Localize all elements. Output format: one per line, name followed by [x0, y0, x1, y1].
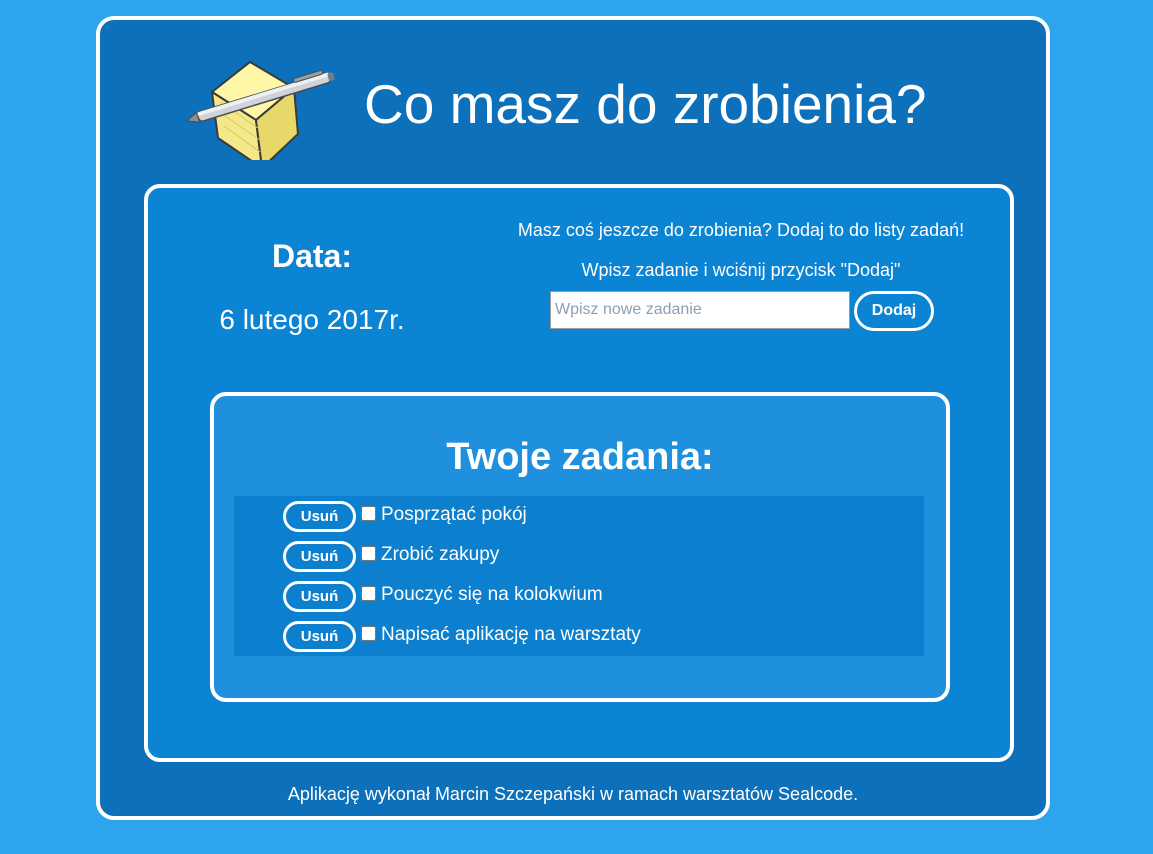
task-row: Usuń Napisać aplikację na warsztaty — [234, 616, 924, 656]
page-title: Co masz do zrobienia? — [364, 73, 927, 135]
task-row: Usuń Pouczyć się na kolokwium — [234, 576, 924, 616]
date-label: Data: — [271, 238, 352, 274]
app-container: Co masz do zrobienia? Data: 6 lutego 201… — [96, 16, 1050, 820]
remove-task-button[interactable]: Usuń — [283, 621, 356, 652]
task-text: Pouczyć się na kolokwium — [381, 584, 603, 605]
task-checkbox[interactable] — [361, 586, 376, 601]
main-panel: Data: 6 lutego 2017r. Masz coś jeszcze d… — [144, 184, 1014, 762]
task-text: Zrobić zakupy — [381, 544, 500, 565]
task-list: Usuń Posprzątać pokój Usuń Zrobić zakupy… — [234, 496, 924, 656]
task-text: Posprzątać pokój — [381, 504, 527, 525]
remove-task-button[interactable]: Usuń — [283, 501, 356, 532]
task-text: Napisać aplikację na warsztaty — [381, 624, 641, 645]
task-checkbox[interactable] — [361, 626, 376, 641]
task-checkbox[interactable] — [361, 546, 376, 561]
tasks-panel: Twoje zadania: Usuń Posprzątać pokój Usu… — [210, 392, 950, 702]
add-task-button[interactable]: Dodaj — [854, 291, 934, 331]
notepad-pen-icon — [185, 60, 335, 160]
footer-credits: Aplikację wykonał Marcin Szczepański w r… — [287, 784, 859, 804]
new-task-input[interactable] — [550, 291, 850, 329]
task-row: Usuń Posprzątać pokój — [234, 496, 924, 536]
date-value: 6 lutego 2017r. — [219, 304, 405, 335]
task-checkbox[interactable] — [361, 506, 376, 521]
add-task-instruction: Wpisz zadanie i wciśnij przycisk "Dodaj" — [581, 260, 901, 280]
remove-task-button[interactable]: Usuń — [283, 581, 356, 612]
add-task-prompt: Masz coś jeszcze do zrobienia? Dodaj to … — [517, 220, 965, 240]
tasks-title: Twoje zadania: — [446, 436, 714, 478]
task-row: Usuń Zrobić zakupy — [234, 536, 924, 576]
remove-task-button[interactable]: Usuń — [283, 541, 356, 572]
